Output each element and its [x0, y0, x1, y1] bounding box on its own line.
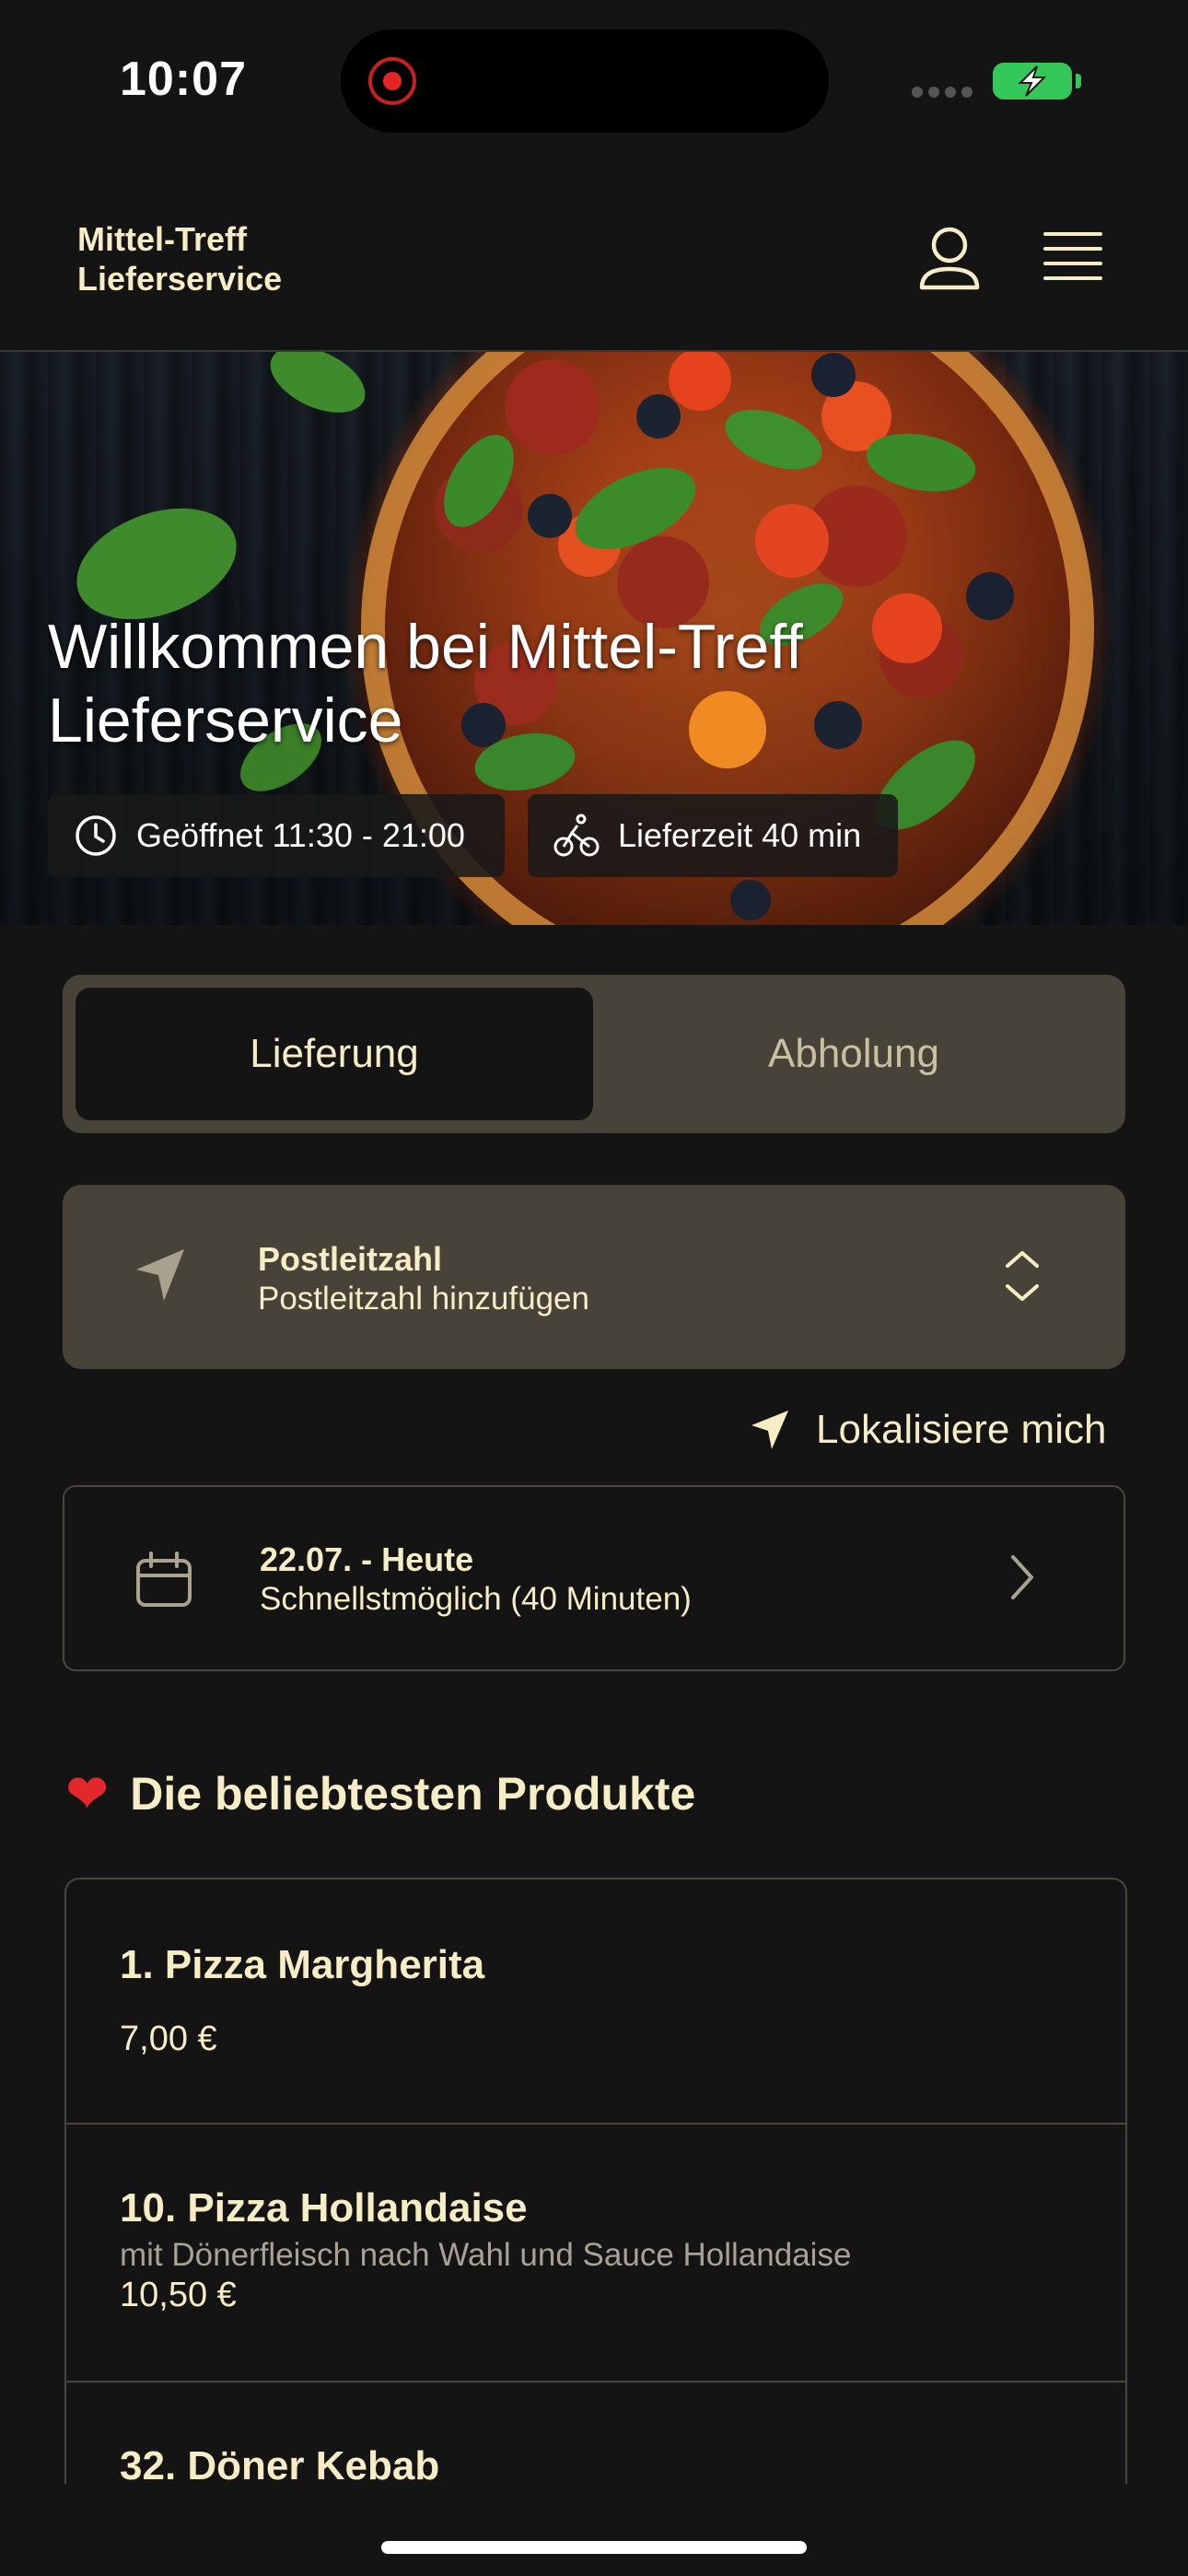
- menu-button[interactable]: [1042, 228, 1103, 284]
- chevron-right-icon: [1004, 1550, 1041, 1610]
- delivery-time-badge: Lieferzeit 40 min: [528, 794, 898, 877]
- dynamic-island: [341, 29, 829, 133]
- tab-delivery[interactable]: Lieferung: [76, 988, 593, 1120]
- schedule-date: 22.07. - Heute: [260, 1540, 474, 1578]
- screen-recording-icon: [368, 57, 416, 105]
- home-indicator[interactable]: [381, 2541, 807, 2554]
- product-name: 32. Döner Kebab: [120, 2443, 440, 2484]
- schedule-time: Schnellstmöglich (40 Minuten): [260, 1581, 692, 1617]
- bicycle-courier-icon: [553, 814, 600, 857]
- status-time: 10:07: [120, 53, 247, 106]
- order-mode-toggle: Lieferung Abholung: [63, 975, 1125, 1133]
- menu-icon: [1043, 232, 1102, 280]
- status-bar: 10:07: [0, 0, 1188, 157]
- brand-line-2: Lieferservice: [77, 260, 283, 298]
- user-account-button[interactable]: [917, 225, 982, 293]
- calendar-icon: [134, 1551, 193, 1613]
- product-name: 1. Pizza Margherita: [120, 1942, 485, 1987]
- hero-title: Willkommen bei Mittel-Treff Lieferservic…: [48, 610, 1061, 757]
- product-description: mit Dönerfleisch nach Wahl und Sauce Hol…: [120, 2237, 852, 2273]
- delivery-time-text: Lieferzeit 40 min: [618, 816, 862, 854]
- product-item[interactable]: 10. Pizza Hollandaise mit Dönerfleisch n…: [66, 2123, 1125, 2383]
- heart-icon: ❤: [66, 1766, 109, 1821]
- popular-products-heading: ❤ Die beliebtesten Produkte: [66, 1767, 695, 1821]
- brand-logo[interactable]: Mittel-Treff Lieferservice: [77, 219, 282, 299]
- postal-code-selector[interactable]: Postleitzahl Postleitzahl hinzufügen: [63, 1185, 1125, 1369]
- locate-me-link[interactable]: Lokalisiere mich: [750, 1400, 1106, 1459]
- hero-title-line-1: Willkommen bei Mittel-Treff: [48, 612, 803, 682]
- locate-me-label: Lokalisiere mich: [816, 1407, 1107, 1452]
- product-item[interactable]: 32. Döner Kebab: [66, 2381, 1125, 2484]
- user-icon: [919, 227, 980, 290]
- product-item[interactable]: 1. Pizza Margherita 7,00 €: [66, 1879, 1125, 2123]
- hero-banner: Willkommen bei Mittel-Treff Lieferservic…: [0, 352, 1188, 925]
- product-price: 7,00 €: [120, 2020, 217, 2058]
- opening-hours-badge: Geöffnet 11:30 - 21:00: [48, 794, 505, 877]
- location-arrow-icon: [751, 1411, 788, 1449]
- brand-line-1: Mittel-Treff: [77, 220, 247, 258]
- tab-pickup[interactable]: Abholung: [595, 988, 1112, 1120]
- opening-hours-text: Geöffnet 11:30 - 21:00: [136, 816, 465, 854]
- postal-code-placeholder: Postleitzahl hinzufügen: [258, 1281, 589, 1317]
- delivery-schedule-selector[interactable]: 22.07. - Heute Schnellstmöglich (40 Minu…: [63, 1485, 1125, 1671]
- popular-products-list: 1. Pizza Margherita 7,00 € 10. Pizza Hol…: [64, 1878, 1127, 2484]
- popular-products-title: Die beliebtesten Produkte: [130, 1768, 696, 1820]
- location-arrow-icon: [133, 1246, 188, 1309]
- chevron-up-down-icon: [1002, 1246, 1042, 1311]
- app-header: Mittel-Treff Lieferservice: [0, 157, 1188, 352]
- postal-code-label: Postleitzahl: [258, 1240, 443, 1278]
- clock-icon: [76, 815, 116, 856]
- product-name: 10. Pizza Hollandaise: [120, 2185, 528, 2231]
- cellular-signal-icon: [912, 86, 978, 102]
- product-price: 10,50 €: [120, 2276, 237, 2314]
- battery-tip: [1076, 74, 1081, 88]
- battery-icon: [993, 63, 1072, 100]
- charging-bolt-icon: [1018, 65, 1047, 97]
- hero-title-line-2: Lieferservice: [48, 685, 403, 755]
